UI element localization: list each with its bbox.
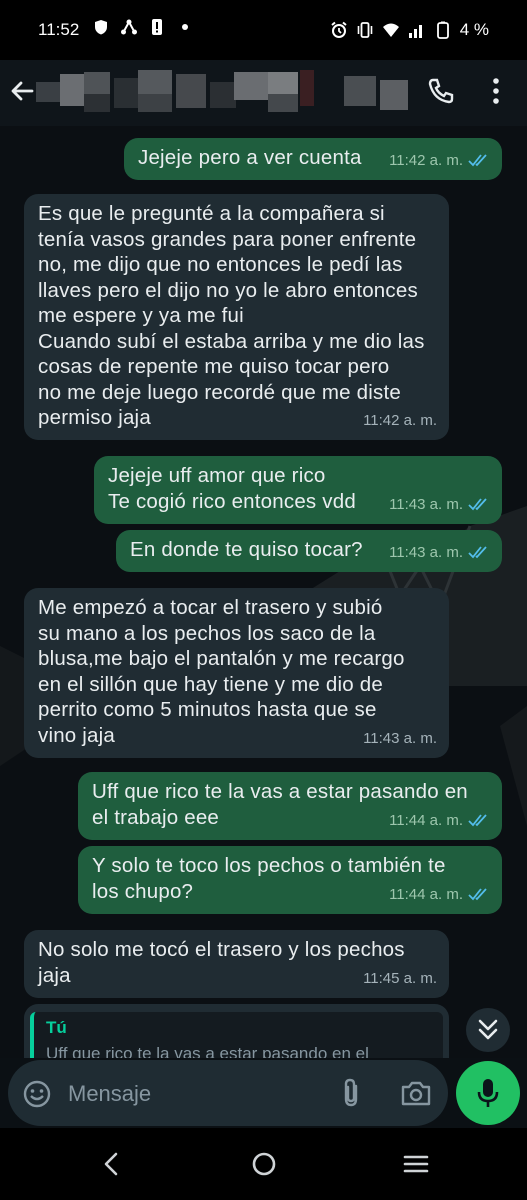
more-vert-icon[interactable] (484, 74, 508, 108)
alarm-icon (331, 21, 347, 38)
message-bubble-outgoing[interactable]: En donde te quiso tocar? 11:43 a. m. (116, 530, 502, 572)
message-meta: 11:44 a. m. (389, 808, 490, 834)
double-chevron-down-icon (478, 1019, 498, 1040)
nav-back-icon[interactable] (96, 1148, 128, 1180)
quoted-reply[interactable]: Tú Uff que rico te la vas a estar pasand… (30, 1012, 443, 1058)
attach-icon[interactable] (338, 1077, 364, 1109)
status-right-icons: 4 % (330, 20, 489, 40)
message-bubble-incoming[interactable]: No solo me tocó el trasero y los pechos … (24, 930, 449, 998)
message-meta: 11:42 a. m. (363, 408, 437, 434)
message-meta: 11:42 a. m. (389, 148, 490, 174)
wifi-icon (382, 23, 399, 37)
signal-icon (408, 25, 422, 38)
message-meta: 11:43 a. m. (389, 540, 490, 566)
chat-area[interactable]: Jejeje pero a ver cuenta 11:42 a. m. Es … (0, 126, 527, 1058)
read-ticks-icon (468, 154, 487, 167)
message-time: 11:44 a. m. (389, 885, 463, 903)
scroll-to-bottom-button[interactable] (466, 1008, 510, 1052)
quoted-reply-bubble[interactable]: Tú Uff que rico te la vas a estar pasand… (24, 1004, 449, 1058)
shield-check-icon (95, 20, 107, 35)
message-bubble-outgoing[interactable]: Uff que rico te la vas a estar pasando e… (78, 772, 502, 840)
call-icon[interactable] (426, 76, 456, 106)
message-meta: 11:44 a. m. (389, 882, 490, 908)
nav-home-icon[interactable] (248, 1148, 280, 1180)
message-time: 11:45 a. m. (363, 969, 437, 987)
network-icon (121, 19, 137, 35)
message-meta: 11:45 a. m. (363, 966, 437, 992)
status-time: 11:52 (38, 20, 80, 39)
reply-author: Tú (46, 1018, 67, 1037)
message-time: 11:43 a. m. (389, 495, 463, 513)
message-bubble-incoming[interactable]: Es que le pregunté a la compañera si ten… (24, 194, 449, 440)
battery-icon (436, 21, 449, 39)
message-time: 11:42 a. m. (389, 151, 463, 169)
message-meta: 11:43 a. m. (363, 726, 437, 752)
battery-percent: 4 % (459, 20, 489, 39)
chat-header (0, 60, 527, 126)
read-ticks-icon (468, 814, 487, 827)
message-text: Es que le pregunté a la compañera si ten… (38, 202, 425, 429)
reply-text: Uff que rico te la vas a estar pasando e… (46, 1044, 369, 1058)
vibrate-icon (357, 22, 373, 38)
dot-icon (182, 24, 188, 30)
read-ticks-icon (468, 546, 487, 559)
message-time: 11:43 a. m. (389, 543, 463, 561)
camera-icon[interactable] (400, 1079, 432, 1107)
message-bubble-outgoing[interactable]: Y solo te toco los pechos o también te l… (78, 846, 502, 914)
emoji-icon[interactable] (22, 1079, 52, 1109)
nav-recent-apps-icon[interactable] (400, 1148, 432, 1180)
read-ticks-icon (468, 498, 487, 511)
contact-name-pixelated[interactable] (36, 68, 408, 116)
message-bubble-incoming[interactable]: Me empezó a tocar el trasero y subió su … (24, 588, 449, 758)
message-input[interactable] (66, 1076, 320, 1112)
message-bubble-outgoing[interactable]: Jejeje uff amor que rico Te cogió rico e… (94, 456, 502, 524)
message-time: 11:43 a. m. (363, 729, 437, 747)
mic-icon (477, 1079, 499, 1107)
system-nav-bar (0, 1128, 527, 1200)
mic-button[interactable] (456, 1061, 520, 1125)
status-left-icons (92, 18, 194, 36)
alert-card-icon (152, 19, 162, 35)
message-bubble-outgoing[interactable]: Jejeje pero a ver cuenta 11:42 a. m. (124, 138, 502, 180)
back-arrow-icon[interactable] (8, 77, 36, 105)
status-bar: 11:52 4 % (0, 0, 527, 60)
message-meta: 11:43 a. m. (389, 492, 490, 518)
message-time: 11:42 a. m. (363, 411, 437, 429)
message-composer (8, 1060, 448, 1126)
read-ticks-icon (468, 888, 487, 901)
message-time: 11:44 a. m. (389, 811, 463, 829)
